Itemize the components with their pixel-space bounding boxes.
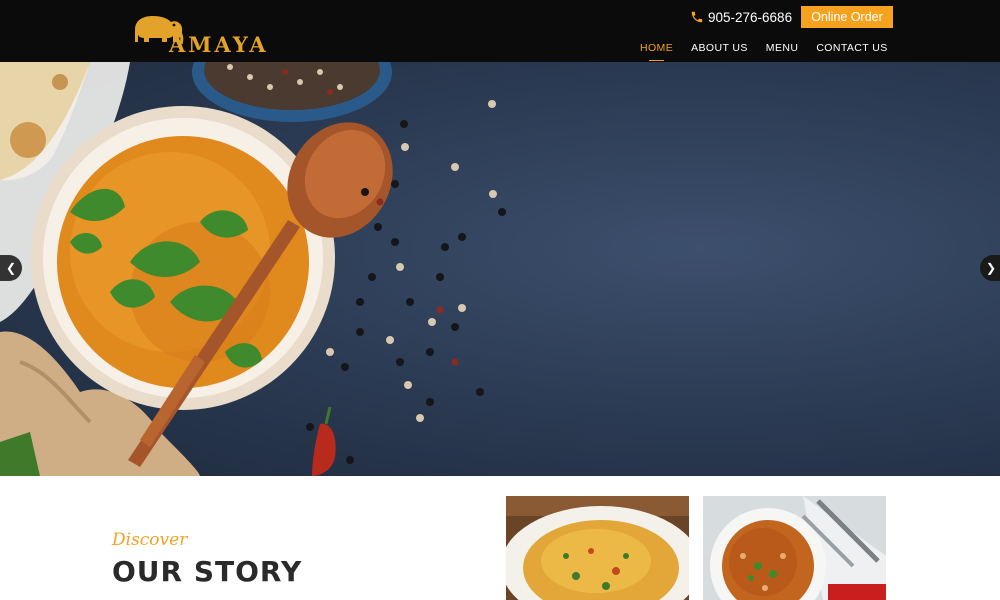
story-kicker: Discover <box>112 530 188 550</box>
chana-image <box>703 496 886 600</box>
chevron-left-icon: ❮ <box>5 261 17 275</box>
site-header: AMAYA 905-276-6686 Online Order HOME ABO… <box>0 0 1000 62</box>
logo[interactable]: AMAYA <box>127 8 272 57</box>
online-order-button[interactable]: Online Order <box>801 6 893 28</box>
phone-contact[interactable]: 905-276-6686 <box>690 8 792 26</box>
nav-item-menu[interactable]: MENU <box>766 42 799 58</box>
hero-slider: ❮ ❯ <box>0 62 1000 476</box>
chevron-right-icon: ❯ <box>985 261 997 275</box>
biryani-image <box>506 496 689 600</box>
main-nav: HOME ABOUT US MENU CONTACT US <box>640 42 906 61</box>
hero-image <box>0 62 506 476</box>
chana-photo <box>703 496 886 600</box>
logo-text: AMAYA <box>169 32 269 57</box>
nav-item-about-us[interactable]: ABOUT US <box>691 42 748 58</box>
nav-item-home[interactable]: HOME <box>640 42 673 61</box>
story-title: OUR STORY <box>112 555 303 588</box>
phone-icon <box>691 11 703 23</box>
slider-next-button[interactable]: ❯ <box>980 255 1000 281</box>
biryani-photo <box>506 496 689 600</box>
nav-item-contact-us[interactable]: CONTACT US <box>816 42 887 58</box>
phone-number: 905-276-6686 <box>708 9 793 25</box>
